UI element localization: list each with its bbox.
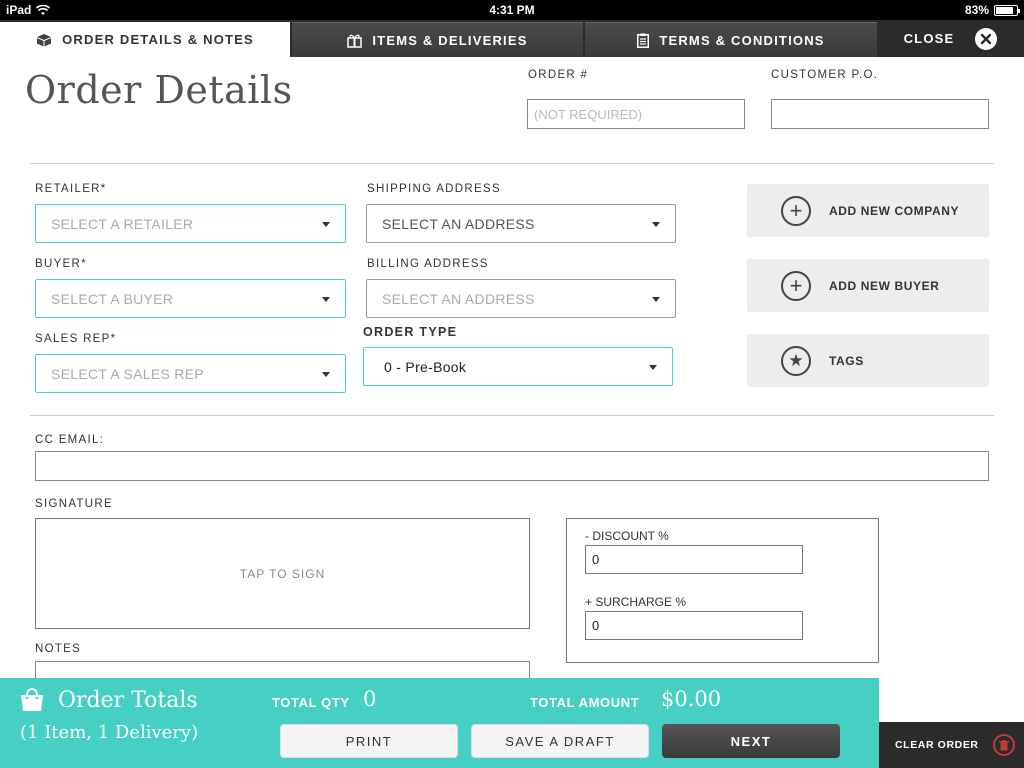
order-type-label: ORDER TYPE	[363, 325, 458, 339]
signature-pad[interactable]: TAP TO SIGN	[35, 518, 530, 629]
add-new-buyer-label: ADD NEW BUYER	[829, 278, 940, 293]
billing-address-placeholder: SELECT AN ADDRESS	[382, 290, 535, 307]
order-totals-bar: Order Totals (1 Item, 1 Delivery) TOTAL …	[0, 678, 879, 768]
tab-label: ORDER DETAILS & NOTES	[62, 32, 254, 47]
total-qty-value: 0	[363, 687, 377, 711]
divider	[30, 415, 994, 416]
chevron-down-icon	[649, 365, 657, 370]
chevron-down-icon	[652, 222, 660, 227]
tab-label: ITEMS & DELIVERIES	[372, 32, 528, 48]
tags-button[interactable]: ★ TAGS	[747, 334, 989, 387]
order-type-select[interactable]: 0 - Pre-Book	[363, 347, 673, 386]
billing-address-label: BILLING ADDRESS	[367, 258, 489, 270]
sales-rep-label: SALES REP*	[35, 333, 117, 345]
trash-icon	[992, 734, 1015, 756]
plus-circle-icon: +	[781, 195, 811, 226]
status-bar: iPad 4:31 PM 83%	[0, 0, 1024, 20]
total-amount-value: $0.00	[661, 687, 722, 711]
buyer-select[interactable]: SELECT A BUYER	[35, 279, 346, 318]
total-qty-label: TOTAL QTY	[272, 695, 350, 710]
customer-po-label: CUSTOMER P.O.	[771, 69, 879, 81]
next-button[interactable]: NEXT	[662, 724, 840, 758]
total-amount-label: TOTAL AMOUNT	[530, 695, 640, 710]
order-totals-subtitle: (1 Item, 1 Delivery)	[20, 722, 199, 743]
billing-address-select[interactable]: SELECT AN ADDRESS	[366, 279, 676, 318]
chevron-down-icon	[322, 372, 330, 377]
clear-order-label: CLEAR ORDER	[895, 739, 979, 751]
buyer-placeholder: SELECT A BUYER	[51, 290, 174, 307]
shipping-address-placeholder: SELECT AN ADDRESS	[382, 215, 535, 232]
tab-items-deliveries[interactable]: ITEMS & DELIVERIES	[292, 22, 583, 57]
close-button[interactable]: CLOSE	[878, 20, 1024, 57]
shipping-address-select[interactable]: SELECT AN ADDRESS	[366, 204, 676, 243]
sales-rep-select[interactable]: SELECT A SALES REP	[35, 354, 346, 393]
add-new-buyer-button[interactable]: + ADD NEW BUYER	[747, 259, 989, 312]
add-new-company-label: ADD NEW COMPANY	[829, 203, 960, 218]
plus-circle-icon: +	[781, 270, 811, 301]
surcharge-input[interactable]: 0	[585, 611, 803, 640]
tab-order-details[interactable]: ORDER DETAILS & NOTES	[0, 22, 290, 57]
close-circle-icon	[975, 27, 998, 50]
shopping-bag-icon	[21, 688, 43, 711]
chevron-down-icon	[322, 297, 330, 302]
chevron-down-icon	[322, 222, 330, 227]
signature-label: SIGNATURE	[35, 498, 113, 510]
box-icon	[37, 33, 52, 46]
customer-po-input[interactable]	[771, 99, 989, 129]
page-title: Order Details	[25, 68, 293, 112]
discount-input[interactable]: 0	[585, 545, 803, 574]
battery-percent: 83%	[964, 3, 989, 17]
tab-label: TERMS & CONDITIONS	[659, 32, 825, 48]
retailer-select[interactable]: SELECT A RETAILER	[35, 204, 346, 243]
notes-label: NOTES	[35, 643, 82, 655]
clock: 4:31 PM	[489, 3, 535, 17]
cc-email-input[interactable]	[35, 451, 989, 481]
chevron-down-icon	[652, 297, 660, 302]
tags-label: TAGS	[829, 353, 864, 368]
tab-bar: ORDER DETAILS & NOTES ITEMS & DELIVERIES…	[0, 20, 1024, 57]
gift-icon	[347, 34, 363, 48]
clipboard-icon	[637, 33, 650, 48]
retailer-label: RETAILER*	[35, 183, 107, 195]
retailer-placeholder: SELECT A RETAILER	[51, 215, 194, 232]
add-new-company-button[interactable]: + ADD NEW COMPANY	[747, 184, 989, 237]
clear-order-button[interactable]: CLEAR ORDER	[879, 722, 1024, 768]
battery-icon	[994, 4, 1020, 16]
discount-label: - DISCOUNT %	[585, 529, 669, 543]
close-label: CLOSE	[903, 31, 955, 46]
print-button[interactable]: PRINT	[280, 724, 458, 758]
order-type-value: 0 - Pre-Book	[384, 358, 467, 375]
tab-terms-conditions[interactable]: TERMS & CONDITIONS	[585, 22, 877, 57]
cc-email-label: CC EMAIL:	[35, 434, 105, 446]
sales-rep-placeholder: SELECT A SALES REP	[51, 365, 204, 382]
divider	[30, 163, 994, 164]
buyer-label: BUYER*	[35, 258, 87, 270]
order-number-input[interactable]: (NOT REQUIRED)	[527, 99, 745, 129]
shipping-address-label: SHIPPING ADDRESS	[367, 183, 501, 195]
surcharge-label: + SURCHARGE %	[585, 595, 687, 609]
adjustments-panel: - DISCOUNT % 0 + SURCHARGE % 0	[566, 518, 879, 663]
order-number-label: ORDER #	[528, 69, 589, 81]
save-draft-button[interactable]: SAVE A DRAFT	[471, 724, 649, 758]
order-totals-title: Order Totals	[58, 688, 198, 713]
star-circle-icon: ★	[781, 345, 811, 376]
